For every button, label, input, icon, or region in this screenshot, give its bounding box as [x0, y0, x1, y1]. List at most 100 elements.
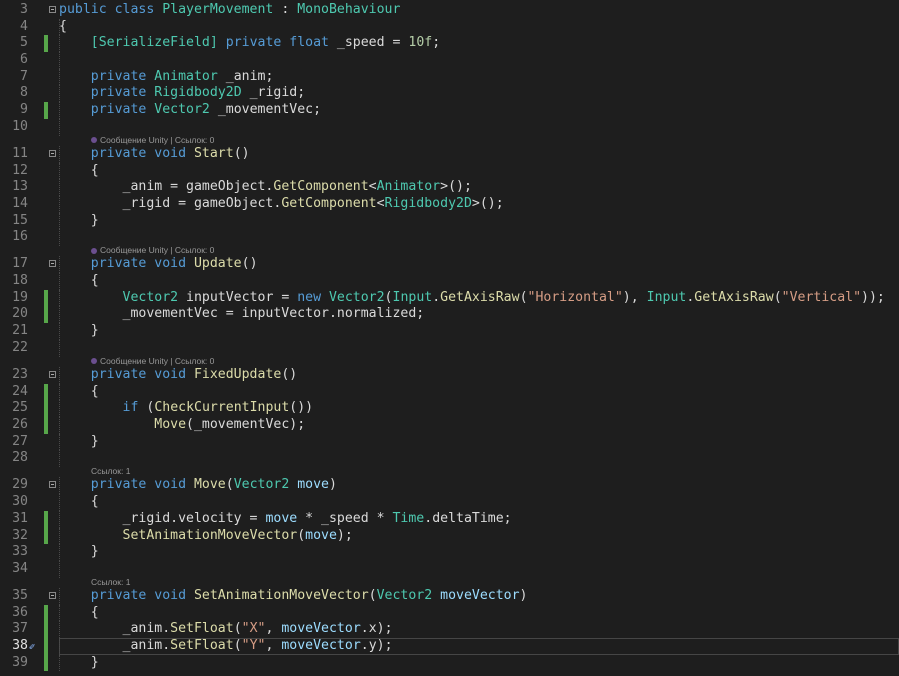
code-text[interactable]: { — [59, 163, 99, 180]
code-line[interactable]: 33 } — [0, 544, 899, 561]
code-line[interactable]: 18 { — [0, 273, 899, 290]
code-line[interactable]: 32 SetAnimationMoveVector(move); — [0, 527, 899, 545]
code-text[interactable]: private void Move(Vector2 move) — [59, 477, 337, 494]
code-line[interactable]: 7 private Animator _anim; — [0, 68, 899, 86]
codelens-label[interactable]: Сообщение Unity | Ссылок: 0 — [100, 356, 214, 366]
code-line[interactable]: 26 Move(_movementVec); — [0, 416, 899, 434]
code-line[interactable]: 20 _movementVec = inputVector.normalized… — [0, 306, 899, 324]
code-text[interactable]: { — [59, 605, 99, 622]
code-text[interactable]: } — [59, 544, 99, 561]
codelens-text[interactable]: Ссылок: 1 — [91, 577, 130, 587]
code-text[interactable]: public class PlayerMovement : MonoBehavi… — [59, 2, 400, 19]
code-line[interactable]: 28 — [0, 450, 899, 468]
code-text[interactable]: } — [59, 655, 99, 672]
code-line[interactable]: 23 private void FixedUpdate() — [0, 366, 899, 384]
code-line[interactable]: 39 } — [0, 654, 899, 672]
code-text[interactable]: _rigid.velocity = move * _speed * Time.d… — [59, 511, 512, 528]
code-line[interactable]: 29 private void Move(Vector2 move) — [0, 477, 899, 495]
token: Start — [193, 145, 234, 161]
code-text[interactable]: private void Update() — [59, 256, 258, 273]
code-line[interactable]: 8 private Rigidbody2D _rigid; — [0, 85, 899, 103]
code-line[interactable]: 22 — [0, 339, 899, 357]
code-line[interactable]: 12 { — [0, 162, 899, 180]
code-text[interactable]: _movementVec = inputVector.normalized; — [59, 306, 425, 323]
code-text[interactable]: } — [59, 213, 99, 230]
code-line[interactable]: 4{ — [0, 18, 899, 36]
code-text[interactable]: if (CheckCurrentInput()) — [59, 400, 314, 417]
token: 10f — [408, 35, 433, 51]
code-text[interactable]: } — [59, 323, 99, 340]
codelens-text[interactable]: Ссылок: 1 — [91, 466, 130, 476]
code-text[interactable]: [SerializeField] private float _speed = … — [59, 35, 440, 52]
collapse-icon[interactable] — [49, 260, 56, 268]
token: moveVector — [281, 621, 361, 637]
codelens[interactable]: Ссылок: 1 — [0, 466, 899, 477]
codelens-label[interactable]: Сообщение Unity | Ссылок: 0 — [100, 245, 214, 255]
collapse-icon[interactable] — [49, 591, 56, 599]
code-text[interactable]: _anim.SetFloat("X", moveVector.x); — [59, 621, 393, 638]
code-editor[interactable]: 3 public class PlayerMovement : MonoBehav… — [0, 2, 899, 672]
code-text[interactable]: Move(_movementVec); — [59, 417, 305, 434]
code-line[interactable]: 13 _anim = gameObject.GetComponent<Anima… — [0, 179, 899, 196]
codelens-text[interactable]: Сообщение Unity | Ссылок: 0 — [91, 245, 214, 255]
code-text[interactable]: _rigid = gameObject.GetComponent<Rigidbo… — [59, 196, 504, 213]
codelens[interactable]: Сообщение Unity | Ссылок: 0 — [0, 356, 899, 367]
code-line[interactable]: 6 — [0, 52, 899, 69]
code-line[interactable]: 35 private void SetAnimationMoveVector(V… — [0, 587, 899, 605]
code-line[interactable]: 37 _anim.SetFloat("X", moveVector.x); — [0, 621, 899, 639]
line-number: 30 — [12, 494, 28, 510]
token: GetAxisRaw — [694, 289, 774, 305]
code-line[interactable]: 30 { — [0, 494, 899, 511]
codelens[interactable]: Сообщение Unity | Ссылок: 0 — [0, 135, 899, 146]
code-line[interactable]: 24 { — [0, 383, 899, 401]
code-text[interactable]: _anim = gameObject.GetComponent<Animator… — [59, 179, 472, 196]
codelens-text[interactable]: Сообщение Unity | Ссылок: 0 — [91, 356, 214, 366]
code-line[interactable]: 16 — [0, 229, 899, 247]
code-line[interactable]: 38 ✐ _anim.SetFloat("Y", moveVector.y); — [0, 638, 899, 655]
codelens-label[interactable]: Ссылок: 1 — [91, 466, 130, 476]
code-line[interactable]: 36 { — [0, 604, 899, 622]
code-text[interactable]: private Rigidbody2D _rigid; — [59, 85, 305, 102]
token: Vector2 — [154, 102, 210, 118]
collapse-icon[interactable] — [49, 149, 56, 157]
code-line[interactable]: 5 [SerializeField] private float _speed … — [0, 35, 899, 53]
code-text[interactable]: _anim.SetFloat("Y", moveVector.y); — [59, 638, 393, 655]
change-marker — [44, 527, 48, 545]
code-line[interactable]: 17 private void Update() — [0, 256, 899, 274]
code-line[interactable]: 34 — [0, 560, 899, 578]
codelens-text[interactable]: Сообщение Unity | Ссылок: 0 — [91, 135, 214, 145]
code-line[interactable]: 31 _rigid.velocity = move * _speed * Tim… — [0, 510, 899, 528]
token: { — [59, 494, 99, 510]
code-text[interactable]: SetAnimationMoveVector(move); — [59, 528, 353, 545]
code-line[interactable]: 9 private Vector2 _movementVec; — [0, 102, 899, 119]
code-text[interactable]: { — [59, 384, 99, 401]
code-line[interactable]: 14 _rigid = gameObject.GetComponent<Rigi… — [0, 195, 899, 213]
code-line[interactable]: 10 — [0, 118, 899, 136]
code-text[interactable]: { — [59, 273, 99, 290]
code-text[interactable]: } — [59, 434, 99, 451]
collapse-icon[interactable] — [49, 481, 56, 489]
code-line[interactable]: 21 } — [0, 323, 899, 340]
code-text[interactable]: Vector2 inputVector = new Vector2(Input.… — [59, 290, 885, 307]
codelens[interactable]: Сообщение Unity | Ссылок: 0 — [0, 245, 899, 256]
collapse-icon[interactable] — [49, 6, 56, 13]
code-line[interactable]: 15 } — [0, 212, 899, 230]
code-text[interactable]: private void FixedUpdate() — [59, 367, 297, 384]
codelens-label[interactable]: Ссылок: 1 — [91, 577, 130, 587]
codelens-label[interactable]: Сообщение Unity | Ссылок: 0 — [100, 135, 214, 145]
code-text[interactable]: { — [59, 19, 67, 36]
code-line[interactable]: 27 } — [0, 433, 899, 451]
code-text[interactable]: private Vector2 _movementVec; — [59, 102, 321, 119]
codelens[interactable]: Ссылок: 1 — [0, 577, 899, 588]
code-text[interactable]: private void SetAnimationMoveVector(Vect… — [59, 588, 528, 605]
code-line[interactable]: 3 public class PlayerMovement : MonoBehav… — [0, 2, 899, 19]
code-line[interactable]: 25 if (CheckCurrentInput()) — [0, 400, 899, 417]
code-text[interactable]: private void Start() — [59, 146, 250, 163]
code-text[interactable]: { — [59, 494, 99, 511]
code-text[interactable]: private Animator _anim; — [59, 69, 274, 86]
collapse-icon[interactable] — [49, 370, 56, 378]
code-line[interactable]: 19 Vector2 inputVector = new Vector2(Inp… — [0, 289, 899, 307]
code-line[interactable]: 11 private void Start() — [0, 145, 899, 163]
